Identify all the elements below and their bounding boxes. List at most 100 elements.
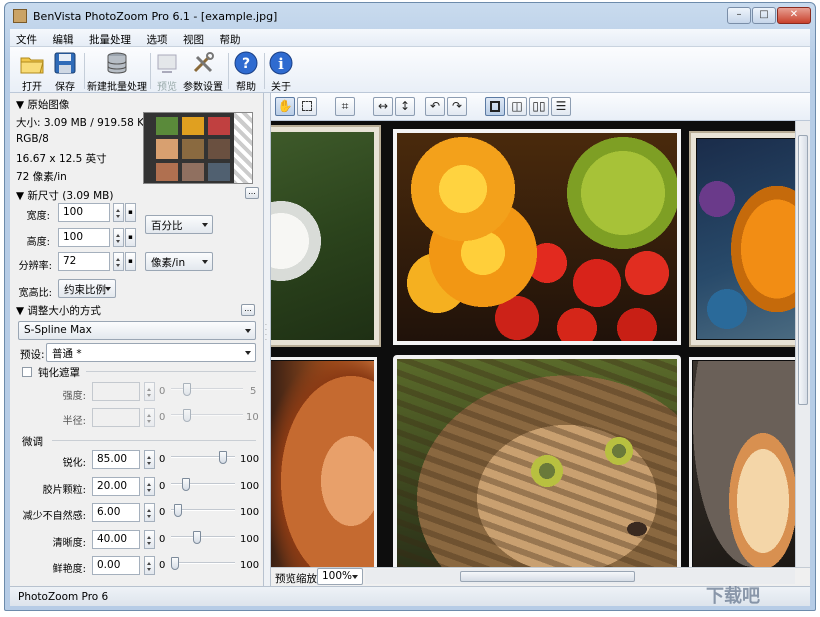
help-icon: ? [234, 51, 258, 75]
minimize-button[interactable]: – [727, 7, 751, 24]
finetune-input[interactable]: 0.00 [92, 556, 140, 575]
size-unit-select[interactable]: 百分比 [145, 215, 213, 234]
strength-slider[interactable] [171, 383, 243, 396]
chevron-down-icon [105, 287, 111, 294]
method-more-button[interactable]: ... [241, 304, 255, 316]
status-bar: PhotoZoom Pro 6 [10, 586, 810, 606]
height-input[interactable]: 100 [58, 228, 110, 247]
rotate-right-button[interactable]: ↷ [447, 97, 467, 116]
original-more-button[interactable]: ... [245, 187, 259, 199]
rotate-left-button[interactable]: ↶ [425, 97, 445, 116]
algorithm-select[interactable]: S-Spline Max [18, 321, 256, 340]
split-view-button[interactable]: ◫ [507, 97, 527, 116]
radius-slider[interactable] [171, 409, 243, 422]
chevron-down-icon [245, 351, 251, 358]
finetune-slider[interactable] [171, 504, 235, 517]
menu-file[interactable]: 文件 [10, 29, 43, 47]
crop-tool-button[interactable]: ⌗ [335, 97, 355, 116]
aspect-select[interactable]: 约束比例 [58, 279, 116, 298]
menu-batch[interactable]: 批量处理 [83, 29, 137, 47]
slider-thumb[interactable] [219, 451, 227, 464]
unsharp-checkbox[interactable] [22, 367, 32, 377]
finetune-input[interactable]: 20.00 [92, 476, 140, 496]
finetune-stepper[interactable] [144, 529, 155, 549]
side-by-side-button[interactable]: ▯▯ [529, 97, 549, 116]
vertical-scrollbar[interactable] [795, 121, 810, 567]
chevron-down-icon [202, 223, 208, 230]
finetune-input[interactable]: 40.00 [92, 529, 140, 549]
finetune-input[interactable]: 85.00 [92, 450, 140, 469]
slider-thumb[interactable] [174, 504, 182, 517]
preview-button[interactable]: 预览 [153, 50, 181, 93]
finetune-max: 100 [240, 507, 260, 518]
finetune-stepper[interactable] [144, 556, 155, 575]
strength-stepper[interactable] [144, 382, 155, 401]
settings-button[interactable]: 参数设置 [183, 50, 223, 93]
resize-method-header[interactable]: ▼ 调整大小的方式 [16, 303, 101, 318]
finetune-stepper[interactable] [144, 476, 155, 496]
hand-tool-button[interactable]: ✋ [275, 97, 295, 116]
slider-thumb[interactable] [171, 557, 179, 570]
new-size-header[interactable]: ▼ 新尺寸 (3.09 MB) [16, 188, 113, 203]
finetune-label: 鲜艳度: [52, 564, 86, 575]
slider-thumb[interactable] [193, 530, 201, 544]
panel-splitter[interactable]: · · · · [264, 93, 271, 586]
select-tool-button[interactable] [297, 97, 317, 116]
height-stepper[interactable] [113, 228, 124, 247]
close-button[interactable]: ✕ [777, 7, 811, 24]
finetune-slider[interactable] [171, 557, 235, 570]
finetune-max: 100 [240, 454, 260, 465]
resolution-unit-select[interactable]: 像素/in [145, 252, 213, 271]
menu-edit[interactable]: 编辑 [47, 29, 80, 47]
resolution-input[interactable]: 72 [58, 252, 110, 271]
zoom-select[interactable]: 100% [317, 568, 363, 585]
svg-text:?: ? [242, 56, 250, 72]
finetune-slider[interactable] [171, 451, 235, 464]
width-input[interactable]: 100 [58, 203, 110, 222]
selection-icon [302, 101, 312, 111]
strength-input[interactable] [92, 382, 140, 401]
finetune-min: 0 [159, 454, 166, 465]
finetune-slider[interactable] [171, 477, 235, 491]
height-link-button[interactable]: ▪ [125, 228, 136, 247]
slider-thumb[interactable] [182, 477, 190, 491]
width-stepper[interactable] [113, 203, 124, 222]
save-button[interactable]: 保存 [50, 50, 80, 93]
database-icon [107, 52, 127, 74]
width-link-button[interactable]: ▪ [125, 203, 136, 222]
original-image-header[interactable]: ▼ 原始图像 [16, 97, 69, 112]
finetune-min: 0 [159, 480, 166, 492]
maximize-button[interactable]: □ [752, 7, 776, 24]
resolution-stepper[interactable] [113, 252, 124, 271]
radius-input[interactable] [92, 408, 140, 427]
single-view-button[interactable] [485, 97, 505, 116]
menu-options[interactable]: 选项 [141, 29, 174, 47]
stacked-view-button[interactable]: ☰ [551, 97, 571, 116]
photo-frame [271, 127, 379, 345]
help-button[interactable]: ? 帮助 [231, 50, 261, 93]
toolbar-separator [264, 53, 265, 89]
menu-view[interactable]: 视图 [177, 29, 210, 47]
about-button[interactable]: i 关于 [266, 50, 296, 93]
fit-width-button[interactable]: ↔ [373, 97, 393, 116]
app-window: BenVista PhotoZoom Pro 6.1 - [example.jp… [4, 2, 816, 611]
finetune-stepper[interactable] [144, 450, 155, 469]
open-button[interactable]: 打开 [15, 50, 49, 93]
toolbar-separator [228, 53, 229, 89]
preset-select[interactable]: 普通 * [46, 343, 256, 362]
divider [52, 440, 256, 441]
resolution-link-button[interactable]: ▪ [125, 252, 136, 271]
finetune-slider[interactable] [171, 530, 235, 544]
finetune-input[interactable]: 6.00 [92, 503, 140, 522]
new-batch-button[interactable]: 新建批量处理 [87, 50, 147, 93]
original-size: 大小: 3.09 MB / 919.58 KB [16, 117, 152, 129]
finetune-stepper[interactable] [144, 503, 155, 522]
menu-help[interactable]: 帮助 [214, 29, 247, 47]
preview-canvas[interactable] [271, 121, 795, 567]
finetune-label: 清晰度: [52, 537, 86, 549]
menu-bar: 文件 编辑 批量处理 选项 视图 帮助 [10, 29, 810, 47]
hand-icon: ✋ [277, 99, 293, 113]
radius-max: 10 [246, 412, 259, 423]
radius-stepper[interactable] [144, 408, 155, 427]
fit-height-button[interactable]: ↕ [395, 97, 415, 116]
